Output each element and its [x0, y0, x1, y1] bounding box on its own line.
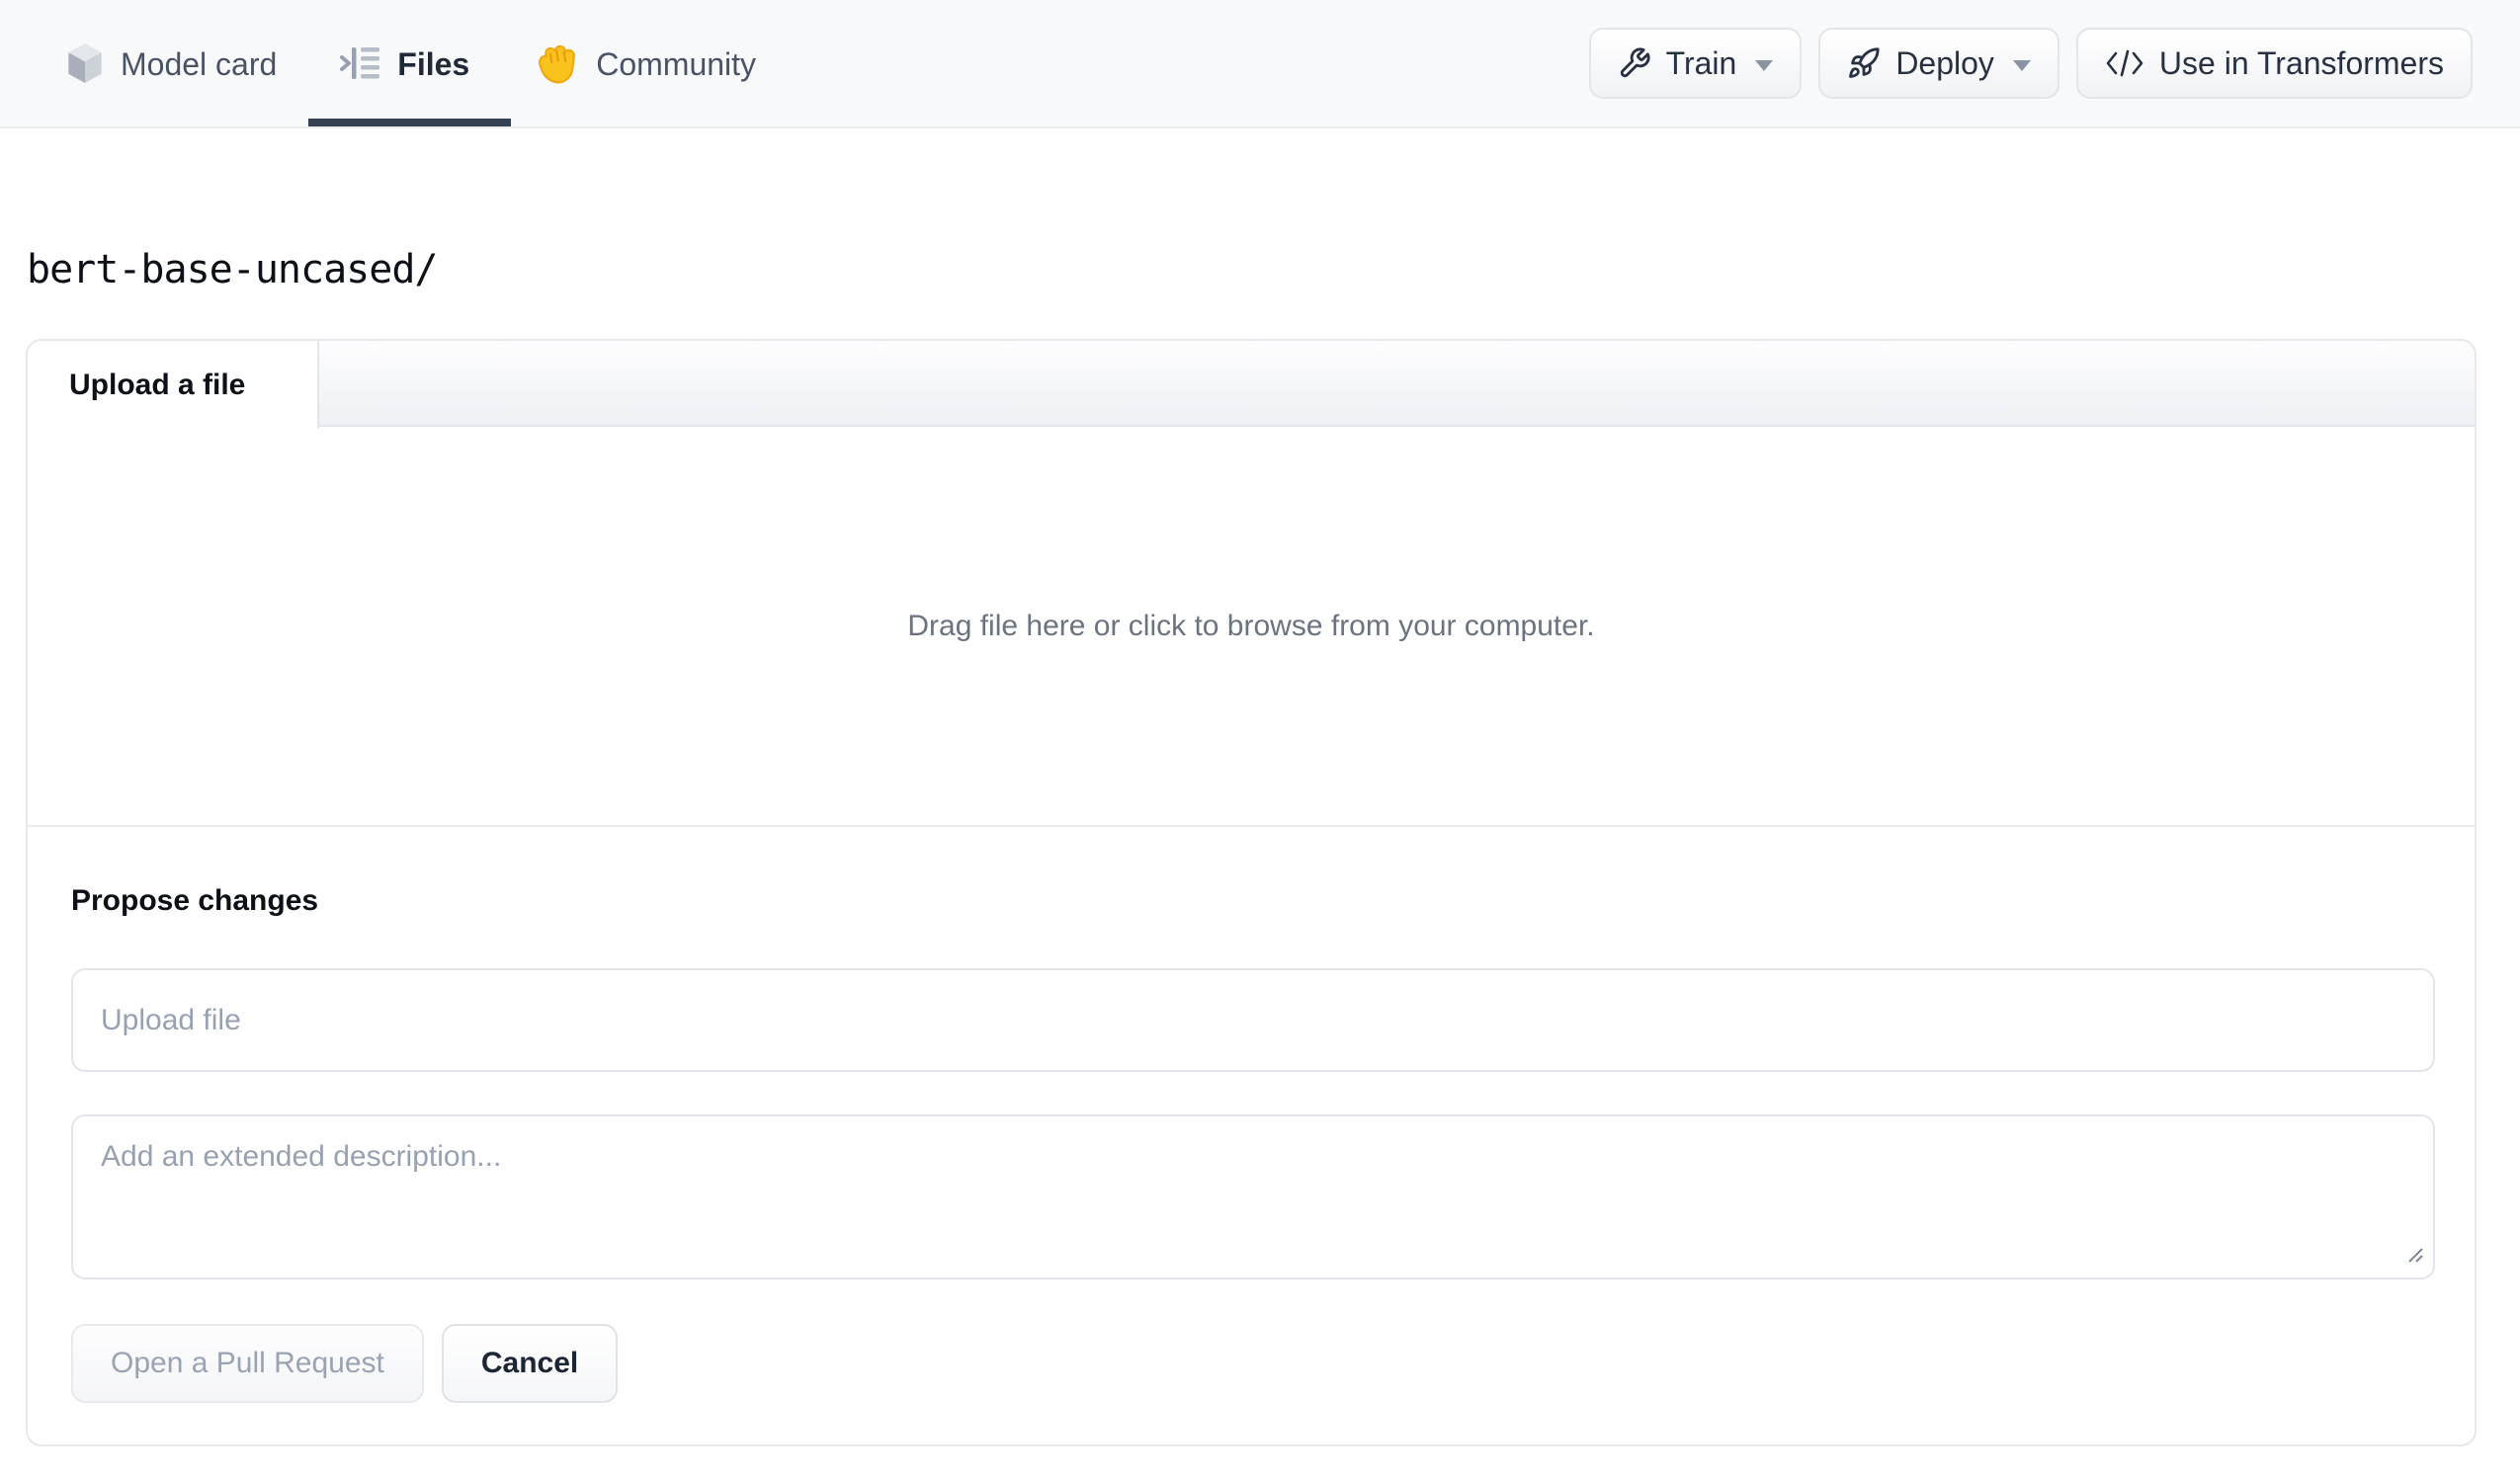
cube-icon — [65, 41, 105, 85]
code-icon — [2105, 48, 2144, 78]
tab-label: Upload a file — [69, 368, 246, 401]
tab-upload-a-file[interactable]: Upload a file — [28, 341, 319, 429]
upload-panel: Upload a file Drag file here or click to… — [26, 339, 2477, 1446]
file-dropzone[interactable]: Drag file here or click to browse from y… — [28, 427, 2475, 827]
header-actions: Train Deploy Use in Transformers — [1588, 0, 2473, 126]
upload-file-input[interactable] — [71, 968, 2435, 1072]
propose-changes-section: Propose changes Open a Pull Request Canc… — [28, 827, 2475, 1444]
description-field-wrap — [71, 1114, 2435, 1279]
tab-community[interactable]: Community — [533, 0, 756, 126]
propose-actions: Open a Pull Request Cancel — [71, 1324, 2431, 1403]
chevron-down-icon — [2012, 59, 2031, 71]
waving-hand-icon — [533, 40, 580, 87]
train-button[interactable]: Train — [1588, 28, 1803, 99]
upload-panel-tabstrip: Upload a file — [28, 341, 2475, 429]
breadcrumb: bert-base-uncased/ — [27, 247, 438, 292]
deploy-button[interactable]: Deploy — [1818, 28, 2059, 99]
dropzone-hint: Drag file here or click to browse from y… — [907, 609, 1595, 642]
wrench-icon — [1618, 46, 1651, 80]
repo-header: Model card Files Community Train Deploy … — [0, 0, 2520, 128]
propose-changes-heading: Propose changes — [71, 884, 319, 917]
cancel-button[interactable]: Cancel — [441, 1324, 619, 1403]
use-in-transformers-button[interactable]: Use in Transformers — [2075, 28, 2473, 99]
tab-model-card[interactable]: Model card — [65, 0, 277, 126]
button-label: Use in Transformers — [2158, 44, 2444, 81]
page: Model card Files Community Train Deploy … — [0, 0, 2520, 1482]
button-label: Deploy — [1895, 44, 1994, 81]
chevron-down-icon — [1755, 59, 1774, 71]
tab-files[interactable]: Files — [308, 0, 512, 126]
tab-label: Community — [596, 46, 757, 82]
open-pull-request-button[interactable]: Open a Pull Request — [71, 1324, 424, 1403]
tab-label: Files — [397, 46, 470, 82]
files-list-icon — [340, 45, 381, 81]
rocket-icon — [1847, 46, 1881, 80]
extended-description-textarea[interactable] — [71, 1114, 2435, 1279]
repo-tabs: Model card Files Community — [65, 0, 819, 126]
resize-handle-icon[interactable] — [2403, 1243, 2425, 1270]
button-label: Train — [1665, 44, 1737, 81]
tab-label: Model card — [121, 46, 278, 82]
